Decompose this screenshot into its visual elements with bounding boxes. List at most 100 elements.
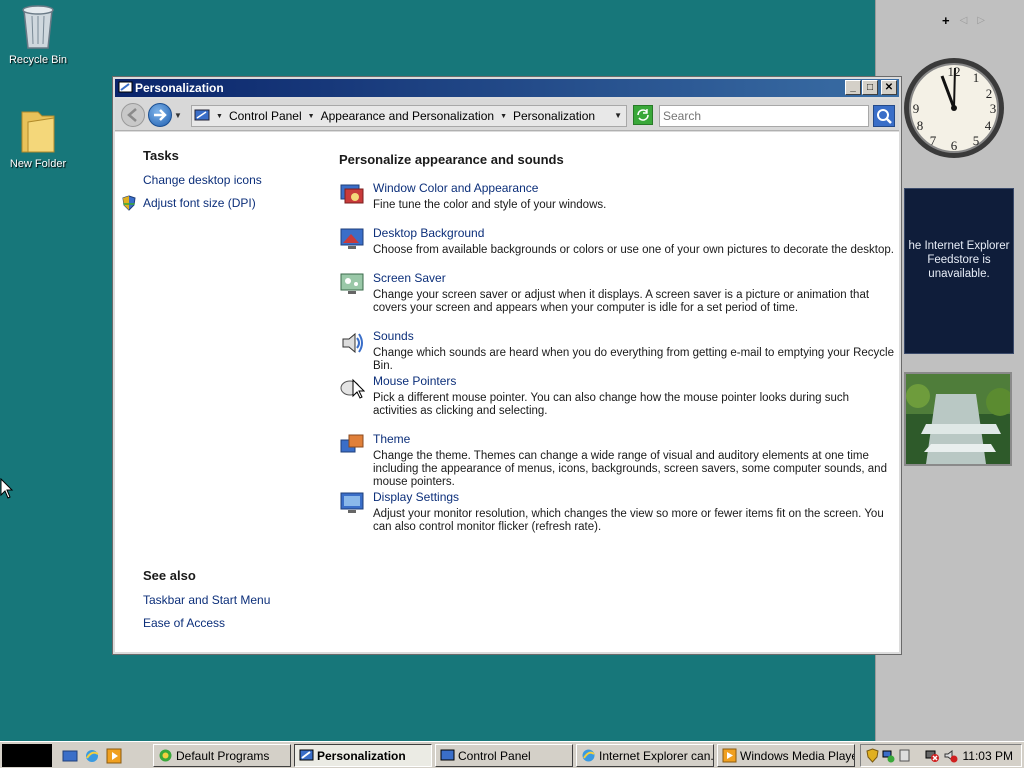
- screen-saver-link[interactable]: Screen Saver: [373, 271, 895, 285]
- item-screen-saver: Screen Saver Change your screen saver or…: [339, 271, 895, 329]
- desktop-icon-label: Recycle Bin: [8, 54, 68, 66]
- svg-text:7: 7: [930, 133, 937, 148]
- breadcrumb-appearance-personalization[interactable]: Appearance and Personalization ▼: [321, 109, 513, 123]
- window-titlebar[interactable]: Personalization _ □ ✕: [115, 79, 899, 97]
- see-also-heading: See also: [143, 568, 196, 583]
- internet-explorer-icon: [582, 749, 595, 762]
- item-theme: Theme Change the theme. Themes can chang…: [339, 432, 895, 490]
- network-icon[interactable]: [881, 748, 896, 763]
- default-programs-icon: [159, 749, 172, 762]
- back-arrow-icon: [127, 108, 137, 122]
- svg-text:6: 6: [951, 138, 958, 153]
- display-settings-link[interactable]: Display Settings: [373, 490, 895, 504]
- sidebar-controls: + ◁ ▷: [942, 12, 985, 28]
- close-button[interactable]: ✕: [881, 80, 897, 95]
- media-player-icon[interactable]: [106, 748, 122, 764]
- desktop-background-link[interactable]: Desktop Background: [373, 226, 895, 240]
- task-change-desktop-icons[interactable]: Change desktop icons: [143, 173, 323, 187]
- task-adjust-font-size[interactable]: Adjust font size (DPI): [122, 195, 323, 211]
- add-gadget-button[interactable]: +: [942, 13, 950, 28]
- taskbar-clock[interactable]: 11:03 PM: [963, 749, 1013, 763]
- svg-text:1: 1: [973, 70, 980, 85]
- search-input[interactable]: [659, 105, 869, 127]
- svg-text:5: 5: [973, 133, 980, 148]
- mouse-pointers-link[interactable]: Mouse Pointers: [373, 374, 895, 388]
- internet-explorer-icon[interactable]: [84, 748, 100, 764]
- network-disconnected-icon[interactable]: [925, 748, 940, 763]
- taskbar: Default Programs Personalization Control…: [0, 741, 1024, 768]
- search-button[interactable]: [873, 105, 895, 127]
- mouse-pointers-description: Pick a different mouse pointer. You can …: [373, 392, 850, 417]
- next-gadgets-button[interactable]: ▷: [977, 15, 985, 26]
- system-tray: 11:03 PM: [860, 744, 1022, 767]
- control-panel-icon: [440, 749, 455, 761]
- sounds-link[interactable]: Sounds: [373, 329, 895, 343]
- desktop-background-description: Choose from available backgrounds or col…: [373, 244, 894, 256]
- item-desktop-background: Desktop Background Choose from available…: [339, 226, 895, 271]
- link-taskbar-start-menu[interactable]: Taskbar and Start Menu: [143, 593, 323, 607]
- task-default-programs[interactable]: Default Programs: [153, 744, 291, 767]
- forward-button[interactable]: [148, 103, 172, 127]
- task-internet-explorer[interactable]: Internet Explorer can...: [576, 744, 714, 767]
- security-shield-icon[interactable]: [865, 748, 880, 763]
- theme-icon: [340, 434, 364, 453]
- address-bar[interactable]: ▼ Control Panel ▼ Appearance and Personal…: [191, 105, 627, 127]
- window-title: Personalization: [135, 81, 224, 95]
- desktop-icon-recycle-bin[interactable]: Recycle Bin: [0, 2, 76, 66]
- feed-headlines-gadget[interactable]: he Internet Explorer Feedstore is unavai…: [904, 188, 1014, 354]
- media-player-icon: [722, 748, 737, 763]
- folder-icon: [16, 106, 60, 156]
- volume-muted-icon[interactable]: [943, 748, 958, 763]
- forward-arrow-icon: [154, 109, 167, 121]
- window-color-link[interactable]: Window Color and Appearance: [373, 181, 895, 195]
- breadcrumb-root-arrow[interactable]: ▼: [210, 113, 229, 120]
- theme-link[interactable]: Theme: [373, 432, 895, 446]
- mouse-cursor-icon: [0, 478, 14, 499]
- address-history-dropdown[interactable]: ▼: [614, 111, 622, 120]
- svg-text:8: 8: [917, 118, 924, 133]
- personalization-icon: [299, 749, 314, 761]
- item-mouse-pointers: Mouse Pointers Pick a different mouse po…: [339, 374, 895, 432]
- slideshow-gadget[interactable]: [904, 372, 1012, 466]
- content-area: Tasks Change desktop icons Adjust font s…: [115, 132, 899, 652]
- tasks-pane: Tasks Change desktop icons Adjust font s…: [122, 148, 323, 219]
- sounds-description: Change which sounds are heard when you d…: [373, 347, 894, 372]
- defender-icon[interactable]: [897, 748, 912, 763]
- svg-text:2: 2: [986, 86, 993, 101]
- personalization-icon: [118, 81, 133, 93]
- previous-gadgets-button[interactable]: ◁: [960, 15, 968, 26]
- screen-saver-description: Change your screen saver or adjust when …: [373, 289, 870, 314]
- breadcrumb-personalization[interactable]: Personalization: [513, 109, 595, 123]
- start-button[interactable]: [2, 744, 52, 767]
- back-button[interactable]: [121, 103, 145, 127]
- breadcrumb-control-panel[interactable]: Control Panel ▼: [229, 109, 321, 123]
- show-desktop-icon[interactable]: [62, 748, 78, 764]
- task-control-panel[interactable]: Control Panel: [435, 744, 573, 767]
- clock-gadget[interactable]: 12 1 2 3 4 5 6 7 8 9: [902, 46, 1006, 174]
- recent-pages-dropdown[interactable]: ▼: [174, 111, 182, 120]
- see-also-pane: See also Taskbar and Start Menu Ease of …: [143, 568, 323, 639]
- personalize-pane: Personalize appearance and sounds Window…: [339, 152, 895, 548]
- control-panel-icon: [194, 109, 210, 121]
- desktop-icon-new-folder[interactable]: New Folder: [0, 106, 76, 170]
- svg-text:3: 3: [990, 101, 997, 116]
- desktop-icon-label: New Folder: [9, 158, 67, 170]
- page-title: Personalize appearance and sounds: [339, 152, 564, 167]
- svg-text:9: 9: [913, 101, 920, 116]
- minimize-button[interactable]: _: [845, 80, 861, 95]
- recycle-bin-icon: [16, 2, 60, 52]
- search-icon: [877, 109, 892, 124]
- display-settings-description: Adjust your monitor resolution, which ch…: [373, 508, 884, 533]
- window-color-description: Fine tune the color and style of your wi…: [373, 199, 607, 211]
- item-window-color: Window Color and Appearance Fine tune th…: [339, 181, 895, 226]
- feed-unavailable-message: he Internet Explorer Feedstore is unavai…: [908, 240, 1010, 280]
- task-personalization[interactable]: Personalization: [294, 744, 432, 767]
- link-ease-of-access[interactable]: Ease of Access: [143, 616, 323, 630]
- refresh-icon: [637, 109, 649, 121]
- uac-shield-icon: [122, 195, 136, 211]
- maximize-button[interactable]: □: [862, 80, 878, 95]
- task-windows-media-player[interactable]: Windows Media Player: [717, 744, 855, 767]
- refresh-button[interactable]: [633, 105, 653, 125]
- personalization-window: Personalization _ □ ✕ ▼ ▼ Control Panel …: [112, 76, 902, 655]
- window-color-icon: [340, 184, 364, 204]
